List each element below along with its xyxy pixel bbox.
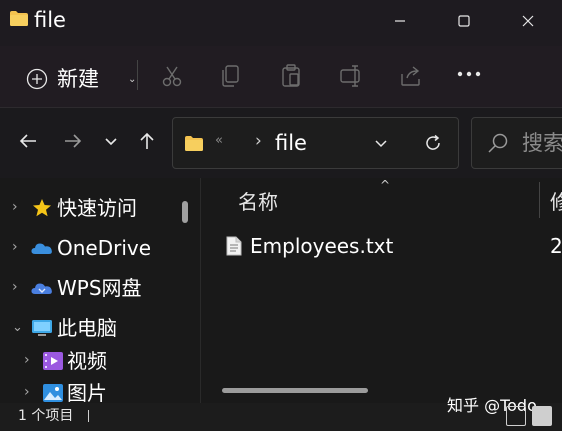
close-button[interactable] [508, 8, 548, 34]
sidebar-item-label: 快速访问 [57, 196, 137, 220]
cut-icon[interactable] [158, 62, 186, 90]
maximize-button[interactable] [444, 8, 484, 34]
new-button[interactable]: 新建 ⌄ [20, 60, 136, 96]
sidebar-item-label: 图片 [67, 381, 107, 403]
folder-icon [10, 11, 28, 26]
sidebar-item-wps-drive[interactable]: › WPS网盘 [0, 270, 180, 306]
sidebar-item-pictures[interactable]: › 图片 [0, 375, 180, 403]
sidebar-item-label: OneDrive [57, 236, 152, 260]
video-icon [43, 352, 63, 370]
star-icon [33, 199, 51, 217]
chevron-right-icon[interactable]: › [12, 199, 18, 215]
up-icon[interactable] [134, 128, 160, 154]
new-label: 新建 [57, 67, 99, 91]
minimize-icon [395, 20, 405, 22]
more-icon[interactable] [456, 64, 482, 84]
chevron-right-icon[interactable]: › [24, 384, 30, 400]
column-header-date[interactable]: 修 [550, 188, 562, 216]
window-title: file [34, 8, 66, 32]
forward-icon[interactable] [59, 128, 85, 154]
sidebar-item-this-pc[interactable]: ⌄ 此电脑 [0, 310, 180, 346]
minimize-button[interactable] [380, 8, 420, 34]
tiles-view-button[interactable] [532, 406, 552, 426]
search-box[interactable]: 搜索 [471, 117, 562, 169]
chevron-right-icon[interactable]: › [12, 239, 18, 255]
maximize-icon [458, 15, 470, 27]
file-modified-date: 2 [550, 234, 562, 258]
column-divider[interactable] [539, 182, 540, 218]
overflow-chevron-icon[interactable]: « [215, 133, 223, 148]
pictures-icon [43, 384, 63, 402]
toolbar-divider [137, 60, 138, 90]
navigation-pane: › 快速访问 › OneDrive › WPS网盘 ⌄ 此电脑 › 视频 › 图… [0, 178, 200, 403]
refresh-icon[interactable] [423, 133, 443, 153]
sidebar-item-label: 视频 [67, 349, 107, 373]
recent-dropdown-icon[interactable] [98, 128, 124, 154]
file-list: ^ 名称 修 Employees.txt 2 [200, 178, 562, 403]
plus-circle-icon [26, 68, 48, 90]
details-view-button[interactable] [506, 406, 526, 426]
horizontal-scrollbar[interactable] [222, 388, 368, 393]
text-file-icon [226, 236, 242, 256]
computer-icon [32, 320, 52, 336]
title-bar: file [0, 0, 562, 46]
chevron-down-icon: ⌄ [128, 74, 137, 85]
file-name: Employees.txt [250, 234, 394, 258]
breadcrumb-segment[interactable]: file [275, 129, 307, 157]
status-divider [88, 410, 89, 422]
sidebar-scrollbar[interactable] [182, 201, 188, 223]
chevron-down-icon[interactable]: ⌄ [12, 320, 23, 335]
rename-icon[interactable] [337, 62, 365, 90]
search-icon [488, 133, 508, 153]
item-count: 1 个项目 [18, 408, 74, 424]
wps-cloud-icon [31, 283, 52, 294]
chevron-right-icon[interactable]: › [12, 279, 18, 295]
sidebar-item-quick-access[interactable]: › 快速访问 [0, 190, 180, 226]
back-icon[interactable] [16, 128, 42, 154]
close-icon [522, 15, 534, 27]
column-header-name[interactable]: 名称 [238, 188, 278, 216]
folder-icon [185, 136, 203, 151]
sort-ascending-icon: ^ [380, 178, 391, 192]
sidebar-item-onedrive[interactable]: › OneDrive [0, 230, 180, 266]
chevron-right-icon[interactable]: › [24, 352, 30, 368]
sidebar-item-label: 此电脑 [57, 316, 117, 340]
pane-divider[interactable] [200, 178, 201, 403]
paste-icon[interactable] [277, 62, 305, 90]
share-icon[interactable] [397, 62, 425, 90]
address-bar[interactable]: « › file [172, 117, 459, 169]
breadcrumb-separator-icon: › [255, 131, 262, 151]
sidebar-item-label: WPS网盘 [57, 276, 142, 300]
search-input[interactable]: 搜索 [522, 130, 562, 156]
onedrive-cloud-icon [31, 243, 52, 254]
sidebar-item-videos[interactable]: › 视频 [0, 343, 180, 379]
copy-icon[interactable] [217, 62, 245, 90]
file-row[interactable]: Employees.txt 2 [220, 230, 562, 264]
address-dropdown-icon[interactable] [373, 136, 389, 152]
